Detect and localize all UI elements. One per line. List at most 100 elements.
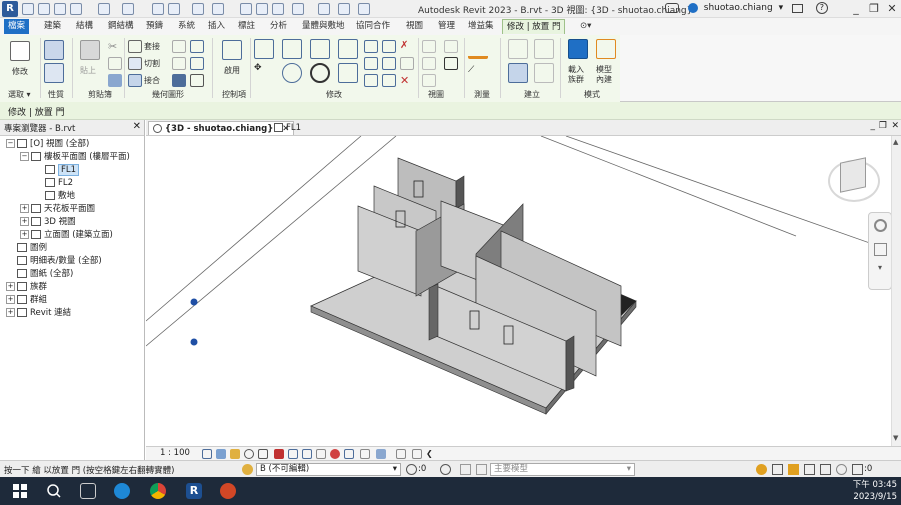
tree-item[interactable]: + Revit 連結	[6, 307, 71, 320]
tree-item[interactable]: 明細表/數量 (全部)	[6, 255, 102, 268]
expand-icon[interactable]: +	[6, 308, 15, 317]
select-underlay-icon[interactable]	[772, 464, 783, 475]
minimize-button[interactable]: _	[848, 1, 864, 17]
match-properties-icon[interactable]	[108, 74, 122, 87]
modify-label[interactable]: 修改	[12, 66, 28, 77]
close-button[interactable]: ✕	[884, 1, 900, 17]
activate-dimensions-icon[interactable]	[222, 40, 242, 60]
background-processes-icon[interactable]	[836, 464, 847, 475]
scroll-up-icon[interactable]: ▲	[893, 138, 898, 146]
tree-item[interactable]: 敷地	[34, 190, 75, 203]
collapse-icon[interactable]: −	[6, 139, 15, 148]
reveal-constraints-icon[interactable]	[376, 449, 386, 459]
scale-icon[interactable]	[382, 57, 396, 70]
tab-steel[interactable]: 鋼結構	[104, 19, 138, 34]
mirror-axis-icon[interactable]	[310, 39, 330, 59]
measure-distance-icon[interactable]	[468, 39, 488, 59]
move-icon[interactable]: ✥	[254, 63, 274, 83]
in-place-model-icon[interactable]	[596, 39, 616, 59]
worksharing-display-icon[interactable]	[396, 449, 406, 459]
tree-item[interactable]: 圖紙 (全部)	[6, 268, 73, 281]
tree-item[interactable]: + 天花板平面圖	[20, 203, 95, 216]
reveal-hidden-icon[interactable]	[330, 449, 340, 459]
user-name[interactable]: shuotao.chiang	[704, 3, 773, 13]
help-icon[interactable]: ?	[815, 2, 828, 14]
offset-icon[interactable]	[282, 39, 302, 59]
activate-label[interactable]: 啟用	[224, 65, 240, 76]
tab-systems[interactable]: 系統	[174, 19, 199, 34]
undo-icon[interactable]	[98, 3, 110, 15]
expand-icon[interactable]: +	[20, 217, 29, 226]
tab-precast[interactable]: 預鑄	[142, 19, 167, 34]
tab-massing[interactable]: 量體與敷地	[298, 19, 349, 34]
folder-icon[interactable]	[38, 3, 50, 15]
load-family-icon[interactable]	[568, 39, 588, 59]
lock-3d-icon[interactable]	[302, 449, 312, 459]
open-icon[interactable]	[22, 3, 34, 15]
task-view-icon[interactable]	[80, 483, 96, 499]
paint-icon[interactable]	[172, 57, 186, 70]
create-assembly-icon[interactable]	[508, 39, 528, 59]
hide-bulb-icon[interactable]	[422, 40, 436, 53]
detail-level-icon[interactable]	[202, 449, 212, 459]
chevron-down-icon[interactable]: ▾	[779, 3, 784, 13]
steering-wheel-icon[interactable]	[874, 219, 887, 232]
tab-view[interactable]: 視圖	[402, 19, 427, 34]
tree-item[interactable]: + 族群	[6, 281, 47, 294]
tree-item[interactable]: FL2	[34, 177, 73, 190]
aligned-dimension-icon[interactable]: ⟋	[468, 65, 488, 85]
redo-icon[interactable]	[122, 3, 134, 15]
collapse-icon[interactable]: −	[20, 152, 29, 161]
restore-button[interactable]: ❐	[866, 1, 882, 17]
show-crop-icon[interactable]	[288, 449, 298, 459]
render-icon[interactable]	[258, 449, 268, 459]
tab-fl1[interactable]: FL1	[270, 121, 305, 135]
paint-view-icon[interactable]	[422, 74, 436, 87]
sun-path-icon[interactable]	[230, 449, 240, 459]
powerpoint-icon[interactable]	[220, 483, 236, 499]
user-area[interactable]: shuotao.chiang ▾ ?	[665, 2, 828, 14]
paste-label[interactable]: 貼上	[80, 65, 96, 76]
split-face-icon[interactable]	[190, 40, 204, 53]
tag-icon[interactable]	[240, 3, 252, 15]
workset-select[interactable]: B (不可編輯) ▾	[256, 463, 401, 476]
search-icon[interactable]	[46, 483, 62, 499]
close-hidden-icon[interactable]	[318, 3, 330, 15]
editable-only-icon[interactable]	[406, 464, 417, 475]
chevron-down-icon[interactable]: ▾	[393, 464, 397, 475]
join-icon[interactable]	[128, 74, 142, 87]
section-icon[interactable]	[292, 3, 304, 15]
tree-item[interactable]: + 立面圖 (建築立面)	[20, 229, 113, 242]
expand-icon[interactable]: +	[6, 295, 15, 304]
create-parts-icon[interactable]	[534, 39, 554, 59]
select-group-label[interactable]: 選取 ▾	[8, 89, 31, 100]
model-drawing[interactable]	[146, 136, 901, 446]
create-similar-icon[interactable]	[534, 63, 554, 83]
wrench-icon[interactable]	[190, 74, 204, 87]
dimension-icon[interactable]	[212, 3, 224, 15]
export-icon[interactable]	[168, 3, 180, 15]
mirror-draw-icon[interactable]	[338, 39, 358, 59]
unpin-icon[interactable]: ✗	[400, 40, 414, 53]
override-icon[interactable]	[444, 40, 458, 53]
select-by-face-icon[interactable]	[804, 464, 815, 475]
design-option-select[interactable]: 主要模型 ▾	[490, 463, 635, 476]
system-clock[interactable]: 下午 03:45 2023/9/15	[853, 479, 897, 503]
tab-collaborate[interactable]: 協同合作	[352, 19, 394, 34]
tree-item[interactable]: − 樓板平面圖 (樓層平面)	[20, 151, 130, 164]
align-icon[interactable]	[254, 39, 274, 59]
tab-analyze[interactable]: 分析	[266, 19, 291, 34]
workset-icon[interactable]	[242, 464, 253, 475]
cart-icon[interactable]	[791, 3, 803, 13]
temporary-hide-icon[interactable]	[316, 449, 326, 459]
close-view-button[interactable]: ✕	[891, 121, 899, 131]
tab-insert[interactable]: 插入	[204, 19, 229, 34]
scroll-down-icon[interactable]: ▼	[893, 434, 898, 442]
viewcube-icon[interactable]	[840, 157, 866, 193]
paste-icon[interactable]	[80, 40, 100, 60]
delete-icon[interactable]: ✕	[400, 74, 414, 87]
save-icon[interactable]	[54, 3, 66, 15]
thin-line-icon[interactable]	[444, 57, 458, 70]
tab-annotate[interactable]: 標註	[234, 19, 259, 34]
join-label[interactable]: 接合	[144, 75, 160, 86]
